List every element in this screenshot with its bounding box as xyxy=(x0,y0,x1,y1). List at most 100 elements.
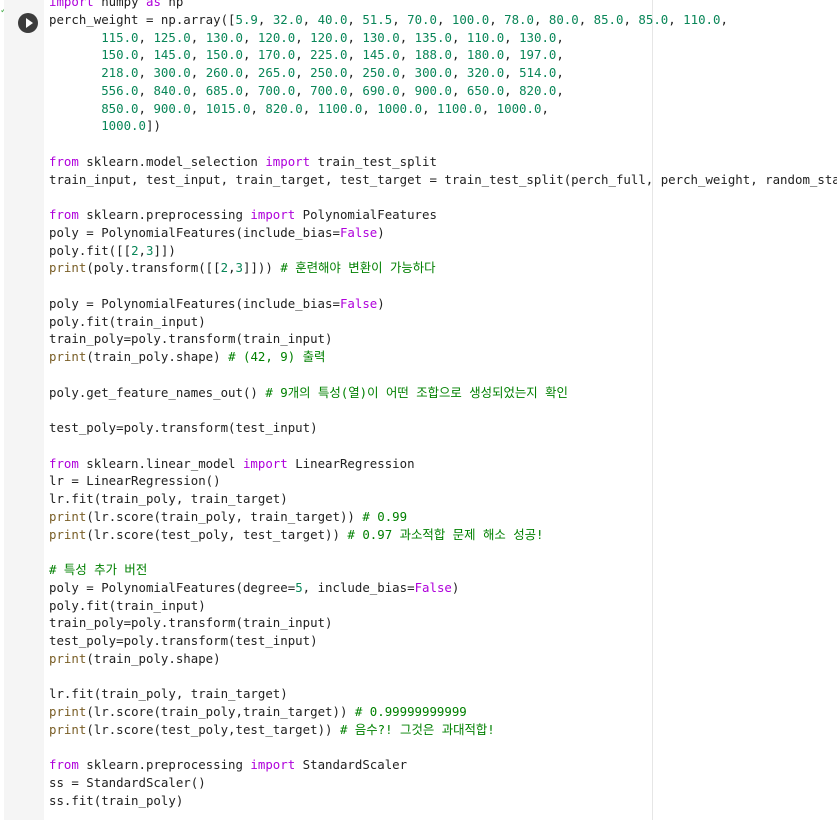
code-token: 556.0 xyxy=(101,82,139,98)
code-token: import xyxy=(250,757,296,773)
code-line: test_poly=poly.transform(test_input) xyxy=(49,632,837,650)
code-token: 150.0 xyxy=(101,47,139,63)
code-token: poly.fit(train_input) xyxy=(49,313,206,329)
code-line: 150.0, 145.0, 150.0, 170.0, 225.0, 145.0… xyxy=(49,46,837,64)
code-line: lr.fit(train_poly, train_target) xyxy=(49,685,837,703)
code-cell-editor[interactable]: import numpy as np perch_weight = np.arra… xyxy=(44,0,837,820)
code-token: 218.0 xyxy=(101,65,139,80)
code-token: , xyxy=(451,65,467,80)
code-token: # (42, 9) 출력 xyxy=(228,349,326,364)
code-token: 320.0 xyxy=(466,65,505,80)
code-token: 110.0 xyxy=(466,29,505,45)
code-line: print(lr.score(train_poly,train_target))… xyxy=(49,703,837,721)
code-token: , xyxy=(504,82,520,98)
code-token: 900.0 xyxy=(153,100,191,116)
code-token: import xyxy=(49,0,94,9)
code-token: 3 xyxy=(235,260,243,276)
code-token: 145.0 xyxy=(153,47,191,63)
code-token: 120.0 xyxy=(257,29,296,45)
code-line: train_input, test_input, train_target, t… xyxy=(49,171,837,189)
code-token: ) xyxy=(377,224,385,240)
code-token: , xyxy=(138,82,154,98)
code-token: ]]) xyxy=(153,242,176,258)
code-token: poly.fit([[ xyxy=(49,242,132,258)
code-token: 2 xyxy=(131,242,139,258)
code-token: , xyxy=(481,100,497,116)
code-line: from sklearn.preprocessing import Standa… xyxy=(49,756,837,774)
code-token: import xyxy=(250,207,296,222)
code-token: 685.0 xyxy=(205,82,243,98)
code-token: , xyxy=(399,47,415,63)
code-token: , xyxy=(347,65,363,80)
code-token: poly = PolynomialFeatures(degree= xyxy=(49,579,296,595)
code-token: , xyxy=(190,82,206,98)
code-token: 115.0 xyxy=(101,29,139,45)
code-token: 85.0 xyxy=(593,11,624,27)
code-token: train_poly=poly.transform(train_input) xyxy=(49,331,333,347)
code-token: , xyxy=(578,11,594,27)
play-icon xyxy=(26,18,33,28)
code-line: 115.0, 125.0, 130.0, 120.0, 120.0, 130.0… xyxy=(49,29,837,47)
code-token: , xyxy=(138,29,154,45)
code-token: , xyxy=(347,29,363,45)
code-token: 900.0 xyxy=(414,82,452,98)
code-line: ss.fit(train_poly) xyxy=(49,792,837,810)
code-token: 130.0 xyxy=(205,29,243,45)
code-token: , include_bias= xyxy=(302,579,415,595)
code-token: 130.0 xyxy=(519,29,557,45)
code-token: , xyxy=(533,11,549,27)
code-line: print(lr.score(train_poly, train_target)… xyxy=(49,508,837,526)
code-token: 1015.0 xyxy=(205,100,251,116)
code-line: 1000.0]) xyxy=(49,117,837,135)
code-token: , xyxy=(295,47,311,63)
code-token: False xyxy=(339,224,378,240)
code-token: 300.0 xyxy=(414,65,452,80)
code-token: 32.0 xyxy=(272,11,303,27)
code-token: print xyxy=(49,526,87,542)
code-token: 840.0 xyxy=(153,82,191,98)
code-token: , xyxy=(451,82,467,98)
code-token: 2 xyxy=(220,260,229,276)
code-token: 145.0 xyxy=(362,47,400,63)
notebook-page: ✓ import numpy as npperch_weight = np.ar… xyxy=(0,0,837,820)
code-token: , xyxy=(422,100,437,116)
code-token: sklearn.model_selection xyxy=(78,153,266,169)
code-line: train_poly=poly.transform(train_input) xyxy=(49,614,837,632)
code-token: , xyxy=(504,65,520,80)
code-token: poly = PolynomialFeatures(include_bias= xyxy=(49,224,340,240)
code-token: , xyxy=(489,11,505,27)
code-token: , xyxy=(556,82,564,98)
code-token: from xyxy=(49,455,79,471)
code-text[interactable]: import numpy as np perch_weight = np.arra… xyxy=(49,0,837,810)
code-token: , xyxy=(302,100,318,116)
code-token: (lr.score(train_poly, train_target)) xyxy=(86,508,363,524)
run-cell-button[interactable] xyxy=(18,13,38,33)
code-token: ss.fit(train_poly) xyxy=(49,792,184,808)
code-token: 1100.0 xyxy=(436,100,482,116)
code-token: lr.fit(train_poly, train_target) xyxy=(49,491,288,506)
code-token: from xyxy=(49,153,79,169)
code-token: 40.0 xyxy=(317,11,348,27)
code-token: 80.0 xyxy=(548,11,579,27)
cell-gutter xyxy=(4,0,44,820)
code-token: sklearn.preprocessing xyxy=(78,207,251,222)
code-token: train_input, test_input, train_target, t… xyxy=(49,171,837,187)
code-token: sklearn.preprocessing xyxy=(78,757,251,773)
code-token: , xyxy=(295,65,311,80)
code-token: 130.0 xyxy=(362,29,400,45)
code-token: 650.0 xyxy=(466,82,505,98)
code-token: print xyxy=(49,704,87,719)
code-token: 180.0 xyxy=(466,47,505,63)
code-token: print xyxy=(49,260,87,276)
code-token: 110.0 xyxy=(683,11,721,27)
code-token: # 9개의 특성(열)이 어떤 조합으로 생성되었는지 확인 xyxy=(265,384,568,400)
code-token: , xyxy=(250,100,266,116)
code-token: , xyxy=(399,65,415,80)
code-token: # 0.99 xyxy=(362,508,408,524)
code-token: , xyxy=(504,47,520,63)
